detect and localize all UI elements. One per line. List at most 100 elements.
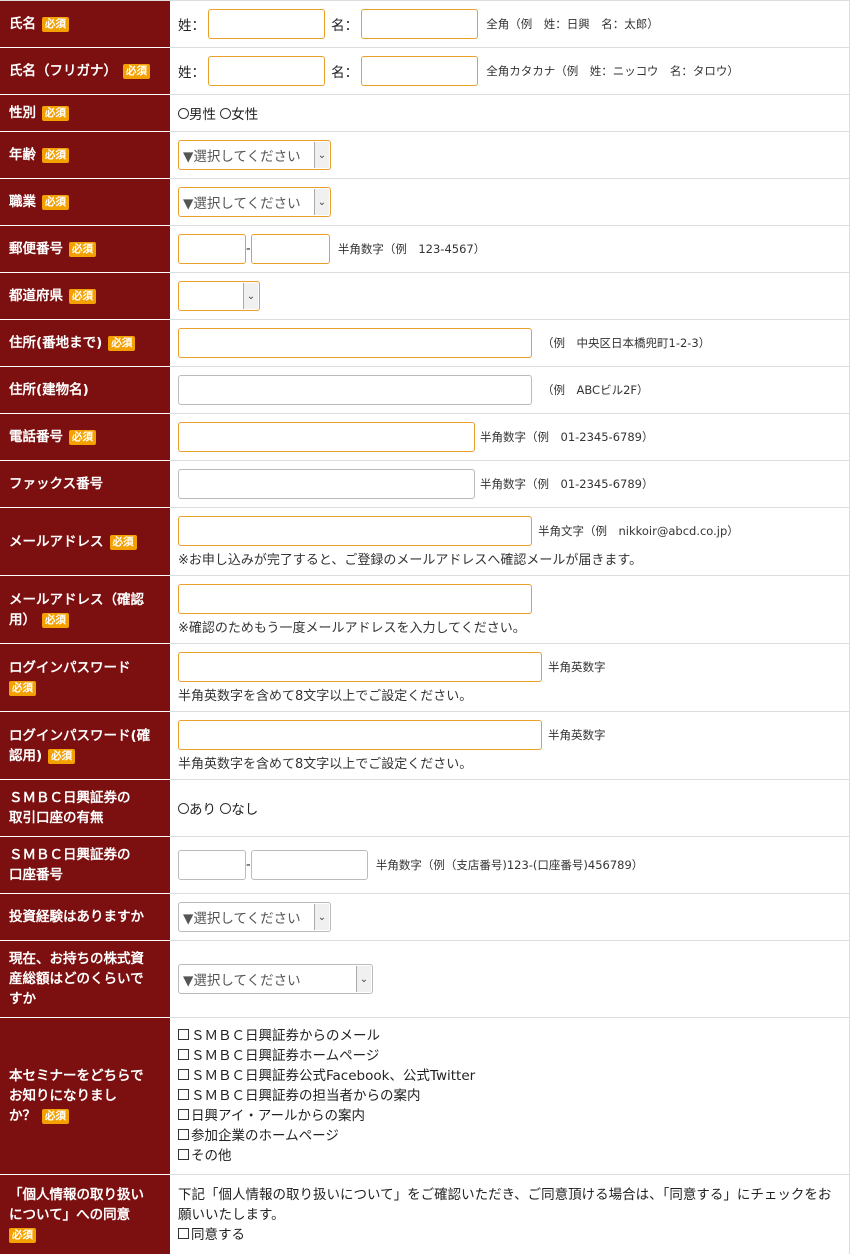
password-input[interactable] [178,651,542,682]
label-pw2-line2: 認用) [9,747,43,764]
label-tel: 電話番号 [9,429,63,445]
label-acctno-line2: 口座番号 [9,867,63,883]
email-confirm-input[interactable] [178,583,532,614]
tel-note: 半角数字（例 01-2345-6789） [480,430,654,444]
source-option-label: ＳＭＢＣ日興証券の担当者からの案内 [191,1088,421,1104]
email-subnote: ※お申し込みが完了すると、ご登録のメールアドレスへ確認メールが届きます。 [178,552,643,568]
password-note: 半角英数字 [548,659,606,674]
required-badge: 必須 [42,106,69,121]
gender-female-label: 女性 [231,107,259,123]
name-note: 全角（例 姓：日興 名：太郎） [486,17,659,31]
first-name-input[interactable] [361,9,479,39]
row-kana: 氏名（フリガナ） 必須 姓： 名： 全角カタカナ（例 姓：ニッコウ 名：タロウ） [0,47,850,95]
email-note: 半角文字（例 nikkoir@abcd.co.jp） [538,523,739,538]
label-gender: 性別 [9,105,36,121]
zip-note: 半角数字（例 123-4567） [337,242,486,256]
chevron-down-icon: ⌄ [356,966,371,992]
source-checkbox[interactable] [178,1089,189,1100]
experience-select[interactable]: ▼選択してください ⌄ [178,902,331,932]
agree-checkbox[interactable] [178,1227,189,1239]
last-name-kana-input[interactable] [208,56,325,86]
label-assets-line2: 産総額はどのくらいで [9,971,144,987]
addr2-note: （例 ABCビル2F） [542,383,649,397]
job-select[interactable]: ▼選択してください ⌄ [178,187,331,217]
row-tel: 電話番号 必須 半角数字（例 01-2345-6789） [0,413,850,461]
source-option-label: その他 [191,1148,232,1164]
address2-input[interactable] [178,375,532,405]
account-number-input[interactable] [250,850,368,880]
password-confirm-subnote: 半角英数字を含めて8文字以上でご設定ください。 [178,756,473,772]
label-job: 職業 [9,194,36,210]
password-confirm-input[interactable] [178,719,542,750]
age-select[interactable]: ▼選択してください ⌄ [178,140,331,170]
source-checkbox[interactable] [178,1069,189,1080]
source-checkbox[interactable] [178,1129,189,1140]
addr1-note: （例 中央区日本橋兜町1-2-3） [542,336,711,350]
row-exp: 投資経験はありますか ▼選択してください ⌄ [0,893,850,941]
application-form: 氏名 必須 姓： 名： 全角（例 姓：日興 名：太郎） 氏名（フリガナ） 必須 姓：… [0,0,850,1254]
sei-kana-label: 姓： [178,65,205,81]
assets-select[interactable]: ▼選択してください ⌄ [178,964,373,994]
fax-input[interactable] [178,469,475,499]
gender-female-radio[interactable] [220,108,232,119]
source-checkbox[interactable] [178,1109,189,1120]
password-confirm-note: 半角英数字 [548,727,606,742]
required-badge: 必須 [109,534,137,550]
gender-male-label: 男性 [189,107,216,123]
row-addr1: 住所(番地まで) 必須 （例 中央区日本橋兜町1-2-3） [0,319,850,367]
account-no-radio[interactable] [220,803,232,814]
mei-kana-label: 名： [331,65,359,81]
required-badge: 必須 [42,195,69,210]
source-checkbox[interactable] [178,1149,189,1160]
label-privacy-line1: 「個人情報の取り扱い [9,1186,144,1203]
required-badge: 必須 [48,748,76,764]
password-subnote: 半角英数字を含めて8文字以上でご設定ください。 [178,688,473,704]
required-badge: 必須 [42,148,69,163]
row-job: 職業 必須 ▼選択してください ⌄ [0,178,850,226]
required-badge: 必須 [108,336,136,351]
label-fax: ファックス番号 [9,476,104,492]
label-name: 氏名 必須 [0,0,170,48]
pref-select[interactable]: ⌄ [178,281,260,311]
required-badge: 必須 [9,680,36,696]
address1-input[interactable] [178,328,532,358]
acctno-note: 半角数字（例（支店番号)123-(口座番号)456789） [375,858,644,872]
label-acct-line1: ＳＭＢＣ日興証券の [9,790,131,806]
experience-select-value: ▼選択してください [183,911,301,927]
source-checkbox[interactable] [178,1029,189,1040]
account-yes-radio[interactable] [178,803,189,814]
source-option-label: ＳＭＢＣ日興証券ホームページ [191,1048,380,1064]
label-addr2: 住所(建物名) [9,382,89,398]
row-mail2: メールアドレス（確認 用） 必須 ※確認のためもう一度メールアドレスを入力してくださ… [0,575,850,644]
label-age: 年齢 [9,147,36,163]
email-input[interactable] [178,515,532,546]
email-confirm-subnote: ※確認のためもう一度メールアドレスを入力してください。 [178,620,526,636]
label-source-line2: お知りになりまし [9,1088,117,1104]
source-option-label: 日興アイ・アールからの案内 [191,1108,366,1124]
label-acctno-line1: ＳＭＢＣ日興証券の [9,847,131,863]
required-badge: 必須 [42,17,69,32]
branch-number-input[interactable] [178,850,246,880]
label-mail: メールアドレス [9,533,104,550]
age-select-value: ▼選択してください [183,149,301,165]
assets-select-value: ▼選択してください [183,973,301,989]
zip1-input[interactable] [178,234,246,264]
mei-label: 名： [331,18,359,34]
agree-label: 同意する [191,1226,245,1243]
gender-male-radio[interactable] [178,108,189,119]
label-kana: 氏名（フリガナ） [9,63,117,79]
row-assets: 現在、お持ちの株式資 産総額はどのくらいで すか ▼選択してください ⌄ [0,940,850,1018]
source-option-label: ＳＭＢＣ日興証券からのメール [191,1028,380,1044]
source-checkbox[interactable] [178,1049,189,1060]
first-name-kana-input[interactable] [361,56,479,86]
label-source-line1: 本セミナーをどちらで [9,1068,144,1084]
label-assets-line3: すか [9,991,36,1007]
last-name-input[interactable] [208,9,325,39]
row-pw2: ログインパスワード(確 認用) 必須 半角英数字 半角英数字を含めて8文字以上でご設… [0,711,850,780]
label-pw: ログインパスワード [9,659,131,676]
row-gender: 性別 必須 男性 女性 [0,94,850,132]
label-pref: 都道府県 [9,288,63,304]
tel-input[interactable] [178,422,475,452]
chevron-down-icon: ⌄ [243,283,258,309]
zip2-input[interactable] [250,234,330,264]
